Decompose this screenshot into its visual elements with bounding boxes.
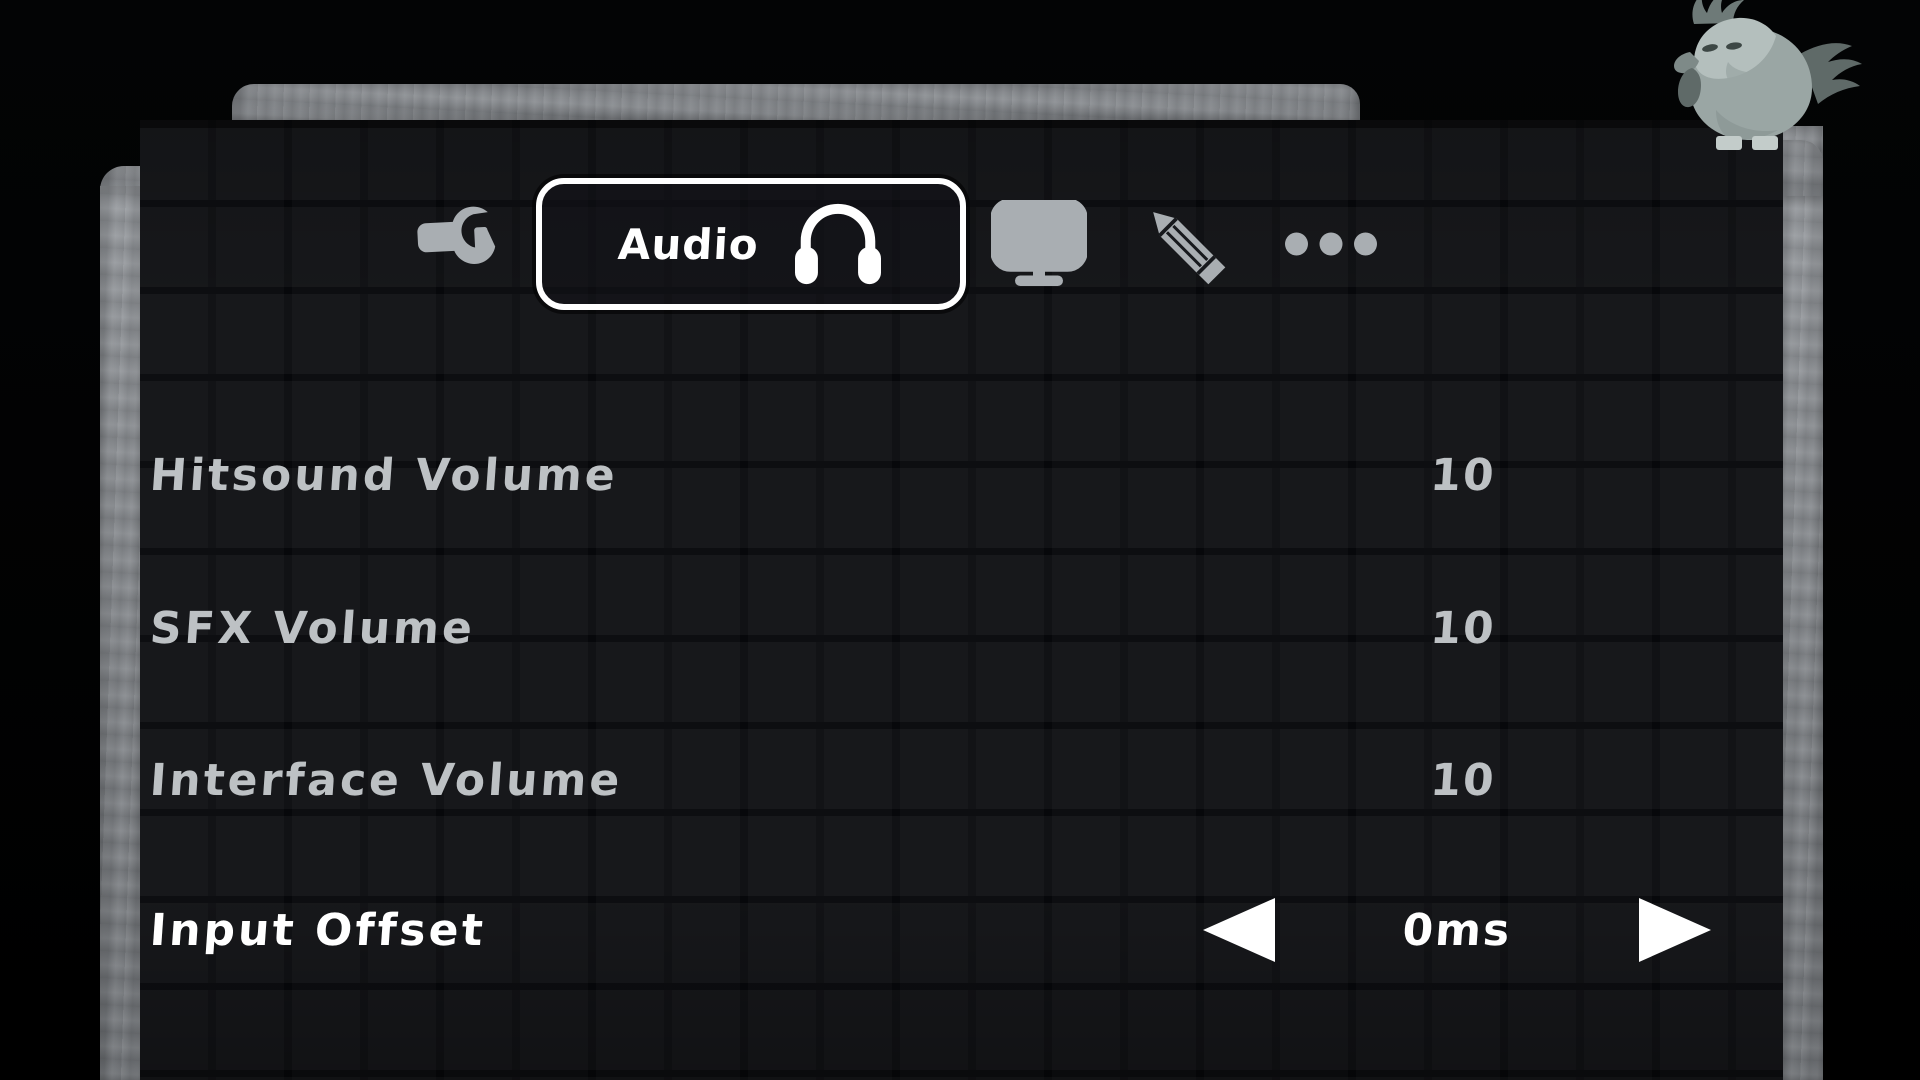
setting-value: 10: [1428, 449, 1498, 501]
tab-more[interactable]: [1258, 178, 1404, 310]
monitor-icon: [991, 200, 1087, 286]
frame-right-pillar: [1779, 196, 1823, 1080]
setting-label: Input Offset: [148, 904, 488, 956]
frame-left-pillar: [100, 186, 144, 1080]
tab-gameplay[interactable]: [390, 178, 536, 310]
wrench-icon: [417, 206, 496, 264]
pencil-icon: [1153, 212, 1226, 285]
setting-label: Interface Volume: [148, 754, 625, 806]
input-offset-value: 0ms: [1400, 904, 1514, 956]
headphones-icon: [795, 203, 882, 285]
arrow-left-icon: [1203, 898, 1275, 962]
decrement-button[interactable]: [1191, 893, 1287, 967]
tab-audio-label: Audio: [616, 219, 760, 269]
settings-list: Hitsound Volume 10 SFX Volume 10 Interfa…: [140, 310, 1783, 1080]
input-offset-stepper: 0ms: [1191, 893, 1723, 967]
setting-label: SFX Volume: [148, 602, 477, 654]
setting-value: 10: [1428, 602, 1498, 654]
chicken-mascot: [1674, 0, 1862, 150]
tab-audio[interactable]: Audio: [536, 178, 966, 310]
setting-row-sfx-volume[interactable]: SFX Volume 10: [140, 553, 1783, 703]
settings-panel: Audio Hitsound Volume 10 SFX Volume 10 I…: [140, 120, 1783, 1080]
tab-editor[interactable]: [1112, 178, 1258, 310]
increment-button[interactable]: [1627, 893, 1723, 967]
settings-tabbar: Audio: [140, 178, 1783, 310]
game-settings-screen: Audio Hitsound Volume 10 SFX Volume 10 I…: [0, 0, 1920, 1080]
setting-row-hitsound-volume[interactable]: Hitsound Volume 10: [140, 400, 1783, 550]
ellipsis-icon: [1285, 232, 1377, 256]
panel-top-lip: [140, 120, 1783, 128]
setting-row-interface-volume[interactable]: Interface Volume 10: [140, 705, 1783, 855]
tab-video[interactable]: [966, 178, 1112, 310]
setting-value: 10: [1428, 754, 1498, 806]
arrow-right-icon: [1639, 898, 1711, 962]
setting-label: Hitsound Volume: [148, 449, 620, 501]
setting-row-input-offset[interactable]: Input Offset 0ms: [140, 855, 1783, 1005]
